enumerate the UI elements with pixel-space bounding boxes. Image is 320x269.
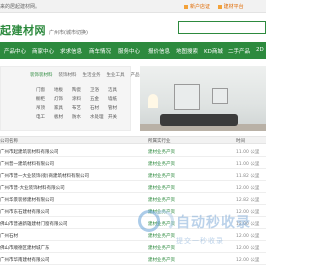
- watermark-arc-icon: [152, 210, 174, 232]
- watermark-main: 自动秒收录: [176, 215, 251, 231]
- table-header: 公司名称 所属实行业 时间: [0, 136, 266, 144]
- city-switch[interactable]: 广州市(城市切换): [49, 30, 88, 36]
- nav-item-4[interactable]: 服务中心: [118, 47, 140, 55]
- nav-item-8[interactable]: 二手产品: [228, 47, 250, 55]
- column-header-category: 所属实行业: [148, 139, 171, 144]
- category-link[interactable]: 家具: [54, 105, 63, 111]
- category-tab-2[interactable]: 生活业务: [83, 73, 101, 78]
- company-name[interactable]: 广州市华南建材有限公司: [0, 257, 50, 263]
- company-name[interactable]: 广州市普-大业装饰材料有限公司: [0, 185, 65, 191]
- category-link[interactable]: 洁具: [108, 87, 117, 93]
- category-link[interactable]: 板材: [54, 114, 63, 120]
- header: 起建材网 广州市(城市切换): [0, 13, 266, 42]
- company-category: 建材业务产资: [148, 198, 175, 203]
- company-name[interactable]: 广州市东石建材有限公司: [0, 209, 50, 215]
- category-link[interactable]: 五金: [90, 96, 99, 102]
- company-distance: 12.00 公里: [236, 186, 260, 191]
- category-tab-0[interactable]: 装饰装材料: [30, 73, 53, 78]
- welcome-text: 来的居起建材网。: [0, 4, 41, 10]
- company-category: 建材业务产资: [148, 186, 175, 191]
- company-distance: 11.00 公里: [236, 150, 260, 155]
- category-link[interactable]: 防水: [72, 114, 81, 120]
- category-link[interactable]: 涂料: [72, 96, 81, 102]
- table-row[interactable]: 广州市普-大业装饰材料有限公司 建材业务产资 12.00 公里: [0, 181, 266, 193]
- category-link[interactable]: 地板: [54, 87, 63, 93]
- table-row[interactable]: 广州市普一大业装饰(街)商建筑材料有限公司 建材业务产资 11.82 公里: [0, 169, 266, 181]
- top-links: 新户店证 建材平台: [184, 3, 250, 10]
- category-link[interactable]: 开关: [108, 114, 117, 120]
- company-name[interactable]: 广州市起建筑装材料有限公司: [0, 149, 59, 155]
- company-category: 建材业务产资: [148, 174, 175, 179]
- category-tab-1[interactable]: 装饰材料: [59, 73, 77, 78]
- company-distance: 11.82 公里: [236, 174, 260, 179]
- orange-square-icon: [184, 4, 188, 9]
- category-tabs: 装饰装材料装饰材料生活业务生业工具产品分享: [30, 72, 155, 78]
- category-link[interactable]: 灯饰: [54, 96, 63, 102]
- wall-frame-large: [174, 84, 200, 110]
- category-link[interactable]: 水处理: [90, 114, 104, 120]
- nav-item-3[interactable]: 商车情况: [89, 47, 111, 55]
- nav-item-2[interactable]: 求求信息: [60, 47, 82, 55]
- category-link[interactable]: 橱柜: [36, 96, 45, 102]
- sofa-shape: [160, 114, 238, 126]
- table-row[interactable]: 广州华景装修建材有限公司 建材业务产资 12.82 公里: [0, 193, 266, 205]
- category-link[interactable]: 电工: [36, 114, 45, 120]
- company-distance: 12.82 公里: [236, 198, 260, 203]
- category-link[interactable]: 布艺: [72, 105, 81, 111]
- top-bar: 来的居起建材网。 新户店证 建材平台: [0, 0, 266, 13]
- nav-item-6[interactable]: 地图搜索: [176, 47, 198, 55]
- table-row[interactable]: 广州普一建筑材料有限公司 建材业务产资 11.00 公里: [0, 157, 266, 169]
- category-link[interactable]: 卫浴: [90, 87, 99, 93]
- category-link[interactable]: 墙纸: [108, 96, 117, 102]
- search-box[interactable]: [178, 21, 266, 34]
- company-name[interactable]: 佛山市顺德区建材城广东: [0, 245, 50, 251]
- company-distance: 11.00 公里: [236, 162, 260, 167]
- category-link[interactable]: 吊顶: [36, 105, 45, 111]
- category-tab-3[interactable]: 生业工具: [107, 73, 125, 78]
- company-name[interactable]: 广州普一建筑材料有限公司: [0, 161, 54, 167]
- nav-item-9[interactable]: 2D: [256, 47, 264, 53]
- main-nav: 产品中心 商家中心 求求信息 商车情况 服务中心 报价信息 地图搜索 KD商城 …: [0, 42, 266, 59]
- watermark-sub: 提交一秒收录: [176, 237, 224, 245]
- category-link[interactable]: 门窗: [36, 87, 45, 93]
- company-name[interactable]: 广州市普一大业装饰(街)商建筑材料有限公司: [0, 173, 89, 179]
- watermark: 自动秒收录 提交一秒收录: [138, 210, 251, 260]
- company-category: 建材业务产资: [148, 150, 175, 155]
- top-link-1[interactable]: 建材平台: [217, 4, 244, 10]
- orange-square-icon: [217, 4, 222, 9]
- nav-item-7[interactable]: KD商城: [204, 47, 223, 55]
- banner-image[interactable]: [140, 66, 266, 131]
- top-link-0[interactable]: 新户店证: [184, 4, 210, 10]
- column-header-time: 时间: [236, 139, 245, 144]
- nav-item-5[interactable]: 报价信息: [148, 47, 170, 55]
- category-link[interactable]: 石材: [90, 105, 99, 111]
- column-header-company: 公司名称: [0, 139, 18, 144]
- wall-frame-small: [212, 88, 228, 104]
- category-link[interactable]: 陶瓷: [72, 87, 81, 93]
- company-name[interactable]: 广州华景装修建材有限公司: [0, 197, 54, 203]
- lamp-shape: [148, 94, 158, 108]
- site-logo[interactable]: 起建材网 广州市(城市切换): [0, 22, 88, 38]
- category-link[interactable]: 管材: [108, 105, 117, 111]
- nav-item-1[interactable]: 商家中心: [32, 47, 54, 55]
- company-name[interactable]: 广州石材: [0, 233, 18, 239]
- company-name[interactable]: 佛山市普通新雄建材门窗有限公司: [0, 221, 68, 227]
- table-row[interactable]: 广州市起建筑装材料有限公司 建材业务产资 11.00 公里: [0, 145, 266, 157]
- company-category: 建材业务产资: [148, 162, 175, 167]
- nav-item-0[interactable]: 产品中心: [4, 47, 26, 55]
